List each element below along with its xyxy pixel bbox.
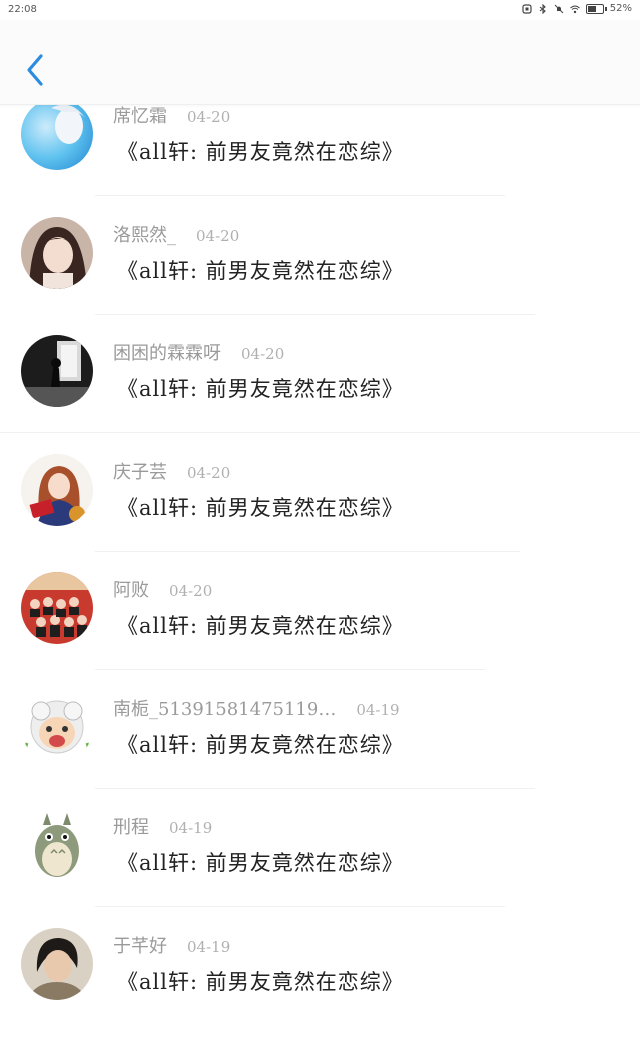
- divider: [95, 551, 520, 552]
- comment-header: 庆子芸 04-20: [113, 458, 230, 484]
- top-bar: [0, 20, 640, 105]
- comment-header: 刑程 04-19: [113, 813, 212, 839]
- username[interactable]: 南栀_51391581475119…: [113, 699, 336, 720]
- comment-item[interactable]: 庆子芸 04-20 《all轩: 前男友竟然在恋综》: [0, 454, 640, 573]
- status-bar: 22:08 52%: [0, 0, 640, 20]
- comment-date: 04-19: [187, 938, 230, 956]
- comment-list: 席忆霜 04-20 《all轩: 前男友竟然在恋综》 洛熙然_ 04-20 《all…: [0, 98, 640, 1046]
- divider: [0, 432, 640, 433]
- comment-header: 阿败 04-20: [113, 576, 212, 602]
- comment-header: 洛熙然_ 04-20: [113, 221, 239, 247]
- username[interactable]: 洛熙然_: [113, 225, 176, 246]
- username[interactable]: 于芊好: [113, 936, 167, 957]
- divider: [95, 195, 505, 196]
- divider: [95, 314, 535, 315]
- comment-text: 《all轩: 前男友竟然在恋综》: [117, 729, 404, 759]
- comment-text: 《all轩: 前男友竟然在恋综》: [117, 373, 404, 403]
- comment-item[interactable]: 席忆霜 04-20 《all轩: 前男友竟然在恋综》: [0, 98, 640, 217]
- wifi-icon: [570, 4, 580, 14]
- username[interactable]: 困困的霖霖呀: [113, 343, 221, 364]
- chevron-left-icon: [25, 53, 45, 87]
- comment-header: 席忆霜 04-20: [113, 102, 230, 128]
- comment-date: 04-20: [241, 345, 284, 363]
- username[interactable]: 庆子芸: [113, 462, 167, 483]
- comment-text: 《all轩: 前男友竟然在恋综》: [117, 255, 404, 285]
- comment-text: 《all轩: 前男友竟然在恋综》: [117, 492, 404, 522]
- bluetooth-icon: [538, 4, 548, 14]
- comment-date: 04-19: [169, 819, 212, 837]
- avatar[interactable]: [21, 572, 93, 644]
- divider: [95, 788, 535, 789]
- battery-level: 52%: [610, 3, 632, 14]
- nfc-icon: [522, 4, 532, 14]
- comment-date: 04-20: [187, 108, 230, 126]
- comment-item[interactable]: 困困的霖霖呀 04-20 《all轩: 前男友竟然在恋综》: [0, 335, 640, 454]
- comment-date: 04-20: [169, 582, 212, 600]
- username[interactable]: 刑程: [113, 817, 149, 838]
- comment-text: 《all轩: 前男友竟然在恋综》: [117, 136, 404, 166]
- username[interactable]: 阿败: [113, 580, 149, 601]
- comment-item[interactable]: 洛熙然_ 04-20 《all轩: 前男友竟然在恋综》: [0, 217, 640, 336]
- battery-indicator: 52%: [586, 3, 632, 14]
- comment-text: 《all轩: 前男友竟然在恋综》: [117, 847, 404, 877]
- avatar[interactable]: [21, 454, 93, 526]
- comment-date: 04-20: [187, 464, 230, 482]
- avatar[interactable]: [21, 809, 93, 881]
- avatar[interactable]: [21, 217, 93, 289]
- comment-date: 04-19: [356, 701, 399, 719]
- comment-item[interactable]: 南栀_51391581475119… 04-19 《all轩: 前男友竟然在恋综》: [0, 691, 640, 810]
- comment-text: 《all轩: 前男友竟然在恋综》: [117, 966, 404, 996]
- mute-icon: [554, 4, 564, 14]
- status-time: 22:08: [8, 4, 37, 15]
- avatar[interactable]: [21, 98, 93, 170]
- comment-text: 《all轩: 前男友竟然在恋综》: [117, 610, 404, 640]
- comment-item[interactable]: 于芊好 04-19 《all轩: 前男友竟然在恋综》: [0, 928, 640, 1046]
- battery-icon: [586, 4, 604, 14]
- comment-item[interactable]: 刑程 04-19 《all轩: 前男友竟然在恋综》: [0, 809, 640, 928]
- divider: [95, 906, 505, 907]
- comment-header: 于芊好 04-19: [113, 932, 230, 958]
- comment-date: 04-20: [196, 227, 239, 245]
- comment-header: 南栀_51391581475119… 04-19: [113, 695, 400, 721]
- status-icons: 52%: [522, 3, 632, 14]
- comment-header: 困困的霖霖呀 04-20: [113, 339, 284, 365]
- back-button[interactable]: [18, 50, 52, 90]
- avatar[interactable]: [21, 691, 93, 763]
- divider: [95, 669, 485, 670]
- username[interactable]: 席忆霜: [113, 106, 167, 127]
- avatar[interactable]: [21, 928, 93, 1000]
- avatar[interactable]: [21, 335, 93, 407]
- comment-item[interactable]: 阿败 04-20 《all轩: 前男友竟然在恋综》: [0, 572, 640, 691]
